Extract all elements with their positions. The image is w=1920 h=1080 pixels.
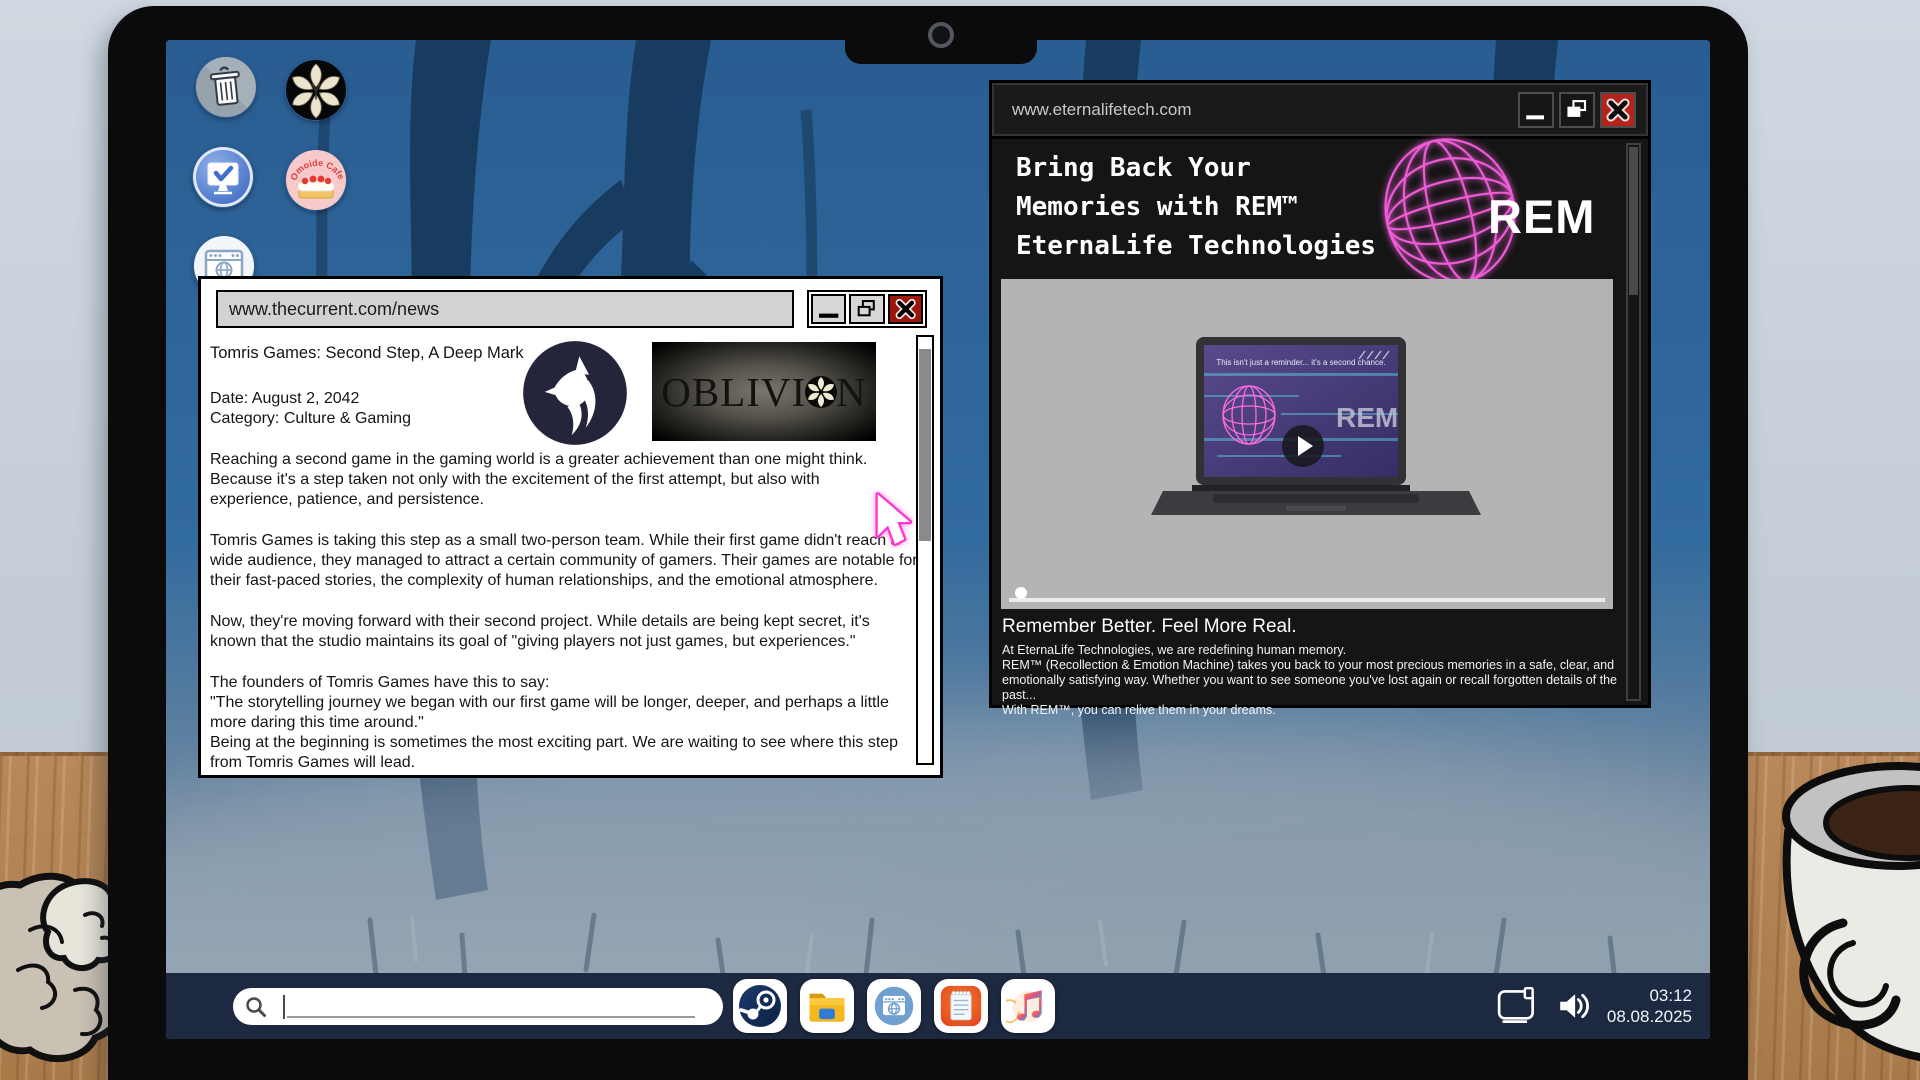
search-icon [244, 995, 268, 1019]
steam-icon [737, 983, 783, 1029]
system-check-app-icon[interactable] [192, 146, 254, 208]
notepad-icon [939, 984, 983, 1028]
eternalife-scrollbar[interactable] [1626, 143, 1641, 701]
taskbar-search[interactable] [233, 988, 723, 1025]
laptop-screen: Omoide Cafe [166, 40, 1710, 1039]
volume-icon[interactable] [1556, 990, 1590, 1022]
video-progress-bar[interactable] [1009, 598, 1605, 602]
promo-video-player[interactable]: REM This isn't just a reminder... it's a… [1001, 279, 1613, 609]
file-explorer-app-button[interactable] [800, 979, 854, 1033]
video-caption-text: This isn't just a reminder... it's a sec… [1216, 358, 1385, 367]
taskbar-dock [733, 979, 1055, 1033]
news-window-controls [807, 290, 927, 328]
article-meta: Date: August 2, 2042 Category: Culture &… [210, 389, 920, 429]
close-button[interactable] [1600, 92, 1636, 128]
clock-date: 08.08.2025 [1607, 1006, 1692, 1027]
article-paragraph: Now, they're moving forward with their s… [210, 612, 920, 652]
music-icon [1006, 984, 1050, 1028]
webcam-icon [928, 22, 954, 48]
system-tray: 03:12 08.08.2025 [1495, 973, 1692, 1039]
minimize-button[interactable] [1518, 92, 1554, 128]
eternalife-heading: Bring Back Your Memories with REM™ Etern… [1016, 149, 1376, 266]
coffee-cup [1768, 738, 1920, 1080]
video-rem-text: REM [1336, 402, 1398, 433]
steam-app-button[interactable] [733, 979, 787, 1033]
article-paragraph: The founders of Tomris Games have this t… [210, 673, 920, 773]
scene: Omoide Cafe [0, 0, 1920, 1080]
eternalife-titlebar: www.eternalifetech.com [992, 83, 1648, 139]
notes-app-button[interactable] [934, 979, 988, 1033]
browser-icon [872, 984, 916, 1028]
recycle-bin-icon[interactable] [195, 56, 257, 118]
article-paragraph: Reaching a second game in the gaming wor… [210, 450, 920, 510]
minimize-button[interactable] [811, 294, 846, 324]
pc-status-icon[interactable] [1495, 987, 1539, 1025]
news-url-bar[interactable]: www.thecurrent.com/news [216, 290, 794, 328]
taskbar-clock[interactable]: 03:12 08.08.2025 [1607, 985, 1692, 1027]
browser-app-button[interactable] [867, 979, 921, 1033]
rem-logo-text: REM [1488, 189, 1595, 244]
news-browser-window: www.thecurrent.com/news [198, 276, 943, 778]
omoide-cafe-icon[interactable]: Omoide Cafe [285, 149, 347, 211]
eternalife-scrollbar-thumb[interactable] [1629, 147, 1638, 295]
oblivion-game-icon[interactable] [285, 59, 347, 121]
eternalife-browser-window: www.eternalifetech.com [989, 80, 1651, 708]
eternalife-url-bar[interactable]: www.eternalifetech.com [1012, 83, 1192, 136]
restore-button[interactable] [849, 294, 884, 324]
music-app-button[interactable] [1001, 979, 1055, 1033]
video-progress-knob[interactable] [1015, 587, 1027, 599]
restore-button[interactable] [1559, 92, 1595, 128]
laptop-device: Omoide Cafe [108, 6, 1748, 1080]
close-button[interactable] [888, 294, 923, 324]
article-title: Tomris Games: Second Step, A Deep Mark [210, 343, 920, 363]
search-underline [287, 1016, 695, 1018]
eternalife-window-controls [1518, 92, 1636, 128]
taskbar: 03:12 08.08.2025 [166, 973, 1710, 1039]
article-paragraph: Tomris Games is taking this step as a sm… [210, 531, 920, 591]
news-scrollbar-thumb[interactable] [919, 349, 931, 541]
laptop-notch [845, 6, 1037, 64]
news-article: Tomris Games: Second Step, A Deep Mark D… [210, 343, 920, 773]
clock-time: 03:12 [1607, 985, 1692, 1006]
play-button[interactable] [1282, 425, 1324, 467]
folder-icon [806, 985, 848, 1027]
mouse-cursor [872, 492, 918, 552]
news-scrollbar[interactable] [916, 335, 934, 765]
eternalife-tagline: Remember Better. Feel More Real. [1002, 616, 1297, 638]
eternalife-body-text: At EternaLife Technologies, we are redef… [1002, 643, 1642, 718]
